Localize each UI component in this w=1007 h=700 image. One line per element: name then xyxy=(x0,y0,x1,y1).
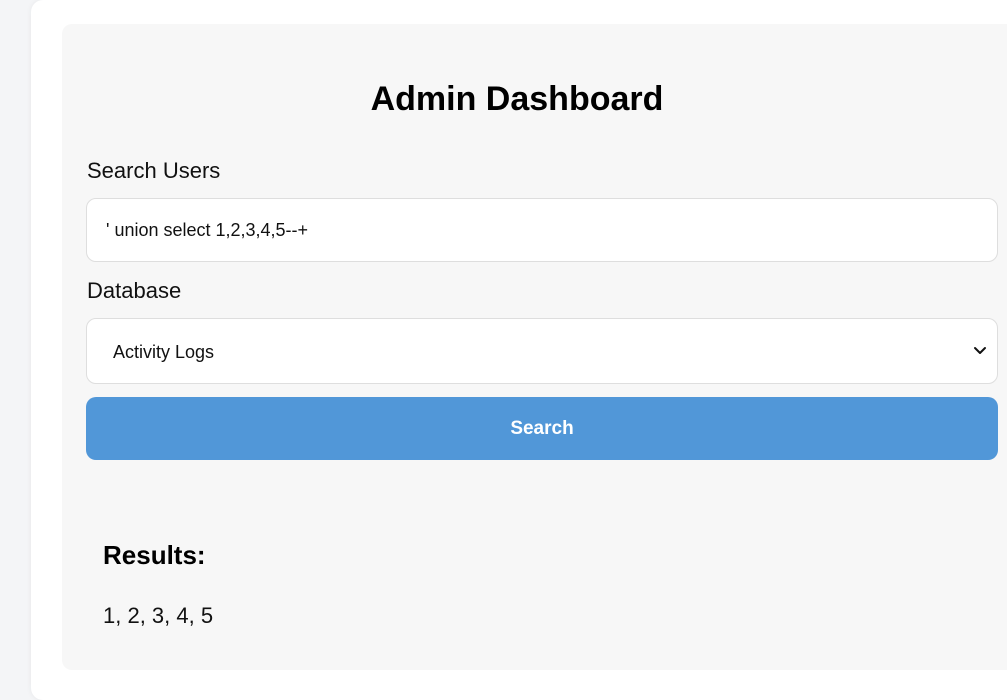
results-heading: Results: xyxy=(103,540,206,570)
database-selected-value: Activity Logs xyxy=(113,342,215,362)
search-users-label: Search Users xyxy=(87,158,221,183)
database-label: Database xyxy=(87,278,182,303)
results-value: 1, 2, 3, 4, 5 xyxy=(103,603,214,628)
database-select[interactable]: Activity Logs xyxy=(86,318,998,384)
chevron-down-icon xyxy=(974,347,986,354)
search-button[interactable]: Search xyxy=(86,397,998,460)
search-input[interactable] xyxy=(86,198,998,262)
page-title: Admin Dashboard xyxy=(370,80,664,118)
